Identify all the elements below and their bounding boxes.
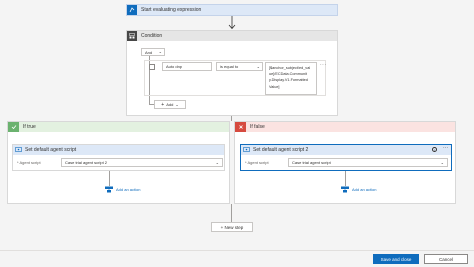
checkmark-icon <box>8 122 19 132</box>
condition-icon <box>127 31 137 41</box>
chevron-down-icon: ⌄ <box>215 160 219 165</box>
new-step-button[interactable]: + New step <box>211 222 253 232</box>
true-add-action-link[interactable]: Add an action <box>116 187 140 192</box>
row-more-icon[interactable]: ··· <box>320 62 327 68</box>
save-and-close-button[interactable]: Save and close <box>373 254 419 264</box>
new-step-line <box>231 204 232 222</box>
condition-card[interactable]: Condition And ⌄ Auto dnp is equal to ⌄ [… <box>126 30 338 116</box>
if-false-title: If false <box>250 124 265 130</box>
right-operand-input[interactable]: [$anchor_subject/ed_val ue]/ECData.Commu… <box>265 62 317 95</box>
false-connector-line <box>345 171 346 186</box>
chevron-down-icon: ⌄ <box>158 49 162 54</box>
false-agent-script-value: Case trial agent script <box>292 160 331 165</box>
cancel-button[interactable]: Cancel <box>424 254 468 264</box>
if-true-title: If true <box>23 124 36 130</box>
false-agent-script-label: * Agent script <box>245 160 269 165</box>
trigger-card[interactable]: Start evaluating expression <box>126 4 338 16</box>
operator-value: is equal to <box>220 64 239 69</box>
and-label: And <box>145 49 153 55</box>
true-agent-script-label: * Agent script <box>17 160 41 165</box>
flow-icon <box>127 5 137 15</box>
true-action-title: Set default agent script <box>25 147 77 153</box>
false-add-action-link[interactable]: Add an action <box>352 187 376 192</box>
arrow-down-icon <box>228 16 236 30</box>
more-options-icon[interactable]: ··· <box>443 145 448 151</box>
add-action-icon[interactable] <box>104 186 114 193</box>
left-operand-value: Auto dnp <box>166 64 183 69</box>
plus-icon: + <box>161 101 165 108</box>
and-dropdown[interactable]: And ⌄ <box>141 48 165 56</box>
info-icon[interactable]: i <box>432 147 437 152</box>
add-label: Add <box>166 102 174 107</box>
condition-title: Condition <box>141 33 163 39</box>
false-action-card[interactable]: Set default agent script 2 i ··· * Agent… <box>240 144 452 171</box>
left-operand-input[interactable]: Auto dnp <box>162 62 212 71</box>
agent-script-icon <box>13 145 23 155</box>
true-action-card[interactable]: Set default agent script * Agent script … <box>12 144 225 171</box>
true-connector-line <box>109 171 110 186</box>
operator-dropdown[interactable]: is equal to ⌄ <box>216 62 263 71</box>
chevron-down-icon: ⌄ <box>175 102 179 107</box>
add-button[interactable]: + Add ⌄ <box>154 100 186 109</box>
true-agent-script-dropdown[interactable]: Case trial agent script 2 ⌄ <box>61 158 223 167</box>
chevron-down-icon: ⌄ <box>440 160 444 165</box>
row-checkbox[interactable] <box>149 64 155 70</box>
branch-line <box>231 116 232 121</box>
if-true-panel: If true Set default agent script * Agent… <box>7 121 230 204</box>
chevron-down-icon: ⌄ <box>256 64 260 69</box>
true-agent-script-value: Case trial agent script 2 <box>65 160 108 165</box>
false-action-title: Set default agent script 2 <box>253 147 309 153</box>
close-icon <box>235 122 246 132</box>
right-operand-line: y.Display.V1.Formatted <box>269 78 308 83</box>
false-agent-script-dropdown[interactable]: Case trial agent script ⌄ <box>288 158 448 167</box>
add-action-icon[interactable] <box>340 186 350 193</box>
trigger-title: Start evaluating expression <box>141 7 202 13</box>
if-false-panel: If false Set default agent script 2 i ··… <box>234 121 456 204</box>
agent-script-icon <box>241 145 251 155</box>
right-operand-line: Value] <box>269 84 280 89</box>
